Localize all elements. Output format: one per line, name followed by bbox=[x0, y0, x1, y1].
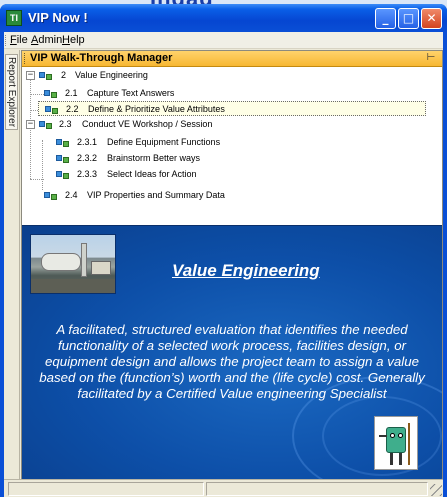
node-label: Brainstorm Better ways bbox=[107, 153, 201, 163]
node-label: Capture Text Answers bbox=[87, 88, 175, 98]
menu-grip-icon[interactable] bbox=[5, 35, 7, 46]
node-label: Conduct VE Workshop / Session bbox=[82, 119, 213, 129]
mascot-arm bbox=[379, 435, 387, 437]
tree-connector bbox=[42, 140, 43, 190]
window-title: VIP Now ! bbox=[28, 10, 88, 25]
main-window: TI VIP Now ! _ □ ✕ File Admin Help Repor… bbox=[0, 4, 447, 497]
tree-node-2-3-3[interactable]: 2.3.3 Select Ideas for Action bbox=[50, 167, 310, 182]
side-dock-strip: Report Explorer bbox=[4, 50, 20, 497]
node-number: 2 bbox=[61, 70, 67, 80]
collapse-icon[interactable]: − bbox=[26, 71, 35, 80]
pane-title: VIP Walk-Through Manager bbox=[30, 52, 173, 64]
node-label: Define & Prioritize Value Attributes bbox=[88, 104, 225, 114]
photo-tank bbox=[41, 253, 81, 271]
photo-ground bbox=[31, 279, 115, 293]
node-label: VIP Properties and Summary Data bbox=[87, 190, 225, 200]
app-icon[interactable]: TI bbox=[6, 10, 22, 26]
title-bar[interactable]: TI VIP Now ! _ □ ✕ bbox=[0, 4, 447, 32]
mascot-illustration bbox=[374, 416, 418, 470]
menu-help[interactable]: Help bbox=[62, 34, 85, 46]
menu-bar: File Admin Help bbox=[4, 32, 443, 49]
mascot-eye bbox=[390, 433, 395, 438]
report-explorer-tab[interactable]: Report Explorer bbox=[5, 54, 18, 130]
tree-node-2-4[interactable]: 2.4 VIP Properties and Summary Data bbox=[38, 188, 298, 203]
mascot-leg bbox=[390, 453, 393, 465]
node-label: Select Ideas for Action bbox=[107, 169, 197, 179]
node-icon bbox=[56, 155, 70, 163]
node-label: Value Engineering bbox=[75, 70, 148, 80]
resize-grip-icon[interactable] bbox=[430, 484, 442, 496]
node-icon bbox=[45, 106, 59, 114]
status-bar bbox=[4, 479, 443, 497]
node-icon bbox=[56, 139, 70, 147]
menu-admin[interactable]: Admin bbox=[31, 34, 62, 46]
facility-photo bbox=[30, 234, 116, 294]
node-label: Define Equipment Functions bbox=[107, 137, 221, 147]
walk-through-tree: − 2 Value Engineering 2.1 Capture Text A… bbox=[22, 68, 442, 224]
node-icon bbox=[56, 171, 70, 179]
tree-node-2-3[interactable]: − 2.3 Conduct VE Workshop / Session bbox=[24, 117, 284, 132]
node-number: 2.3.1 bbox=[77, 137, 98, 147]
close-icon: ✕ bbox=[426, 11, 437, 25]
tree-node-2-3-2[interactable]: 2.3.2 Brainstorm Better ways bbox=[50, 151, 310, 166]
menu-file[interactable]: File bbox=[10, 34, 28, 46]
photo-truck bbox=[91, 261, 111, 275]
mascot-body bbox=[386, 427, 406, 453]
status-panel-left bbox=[8, 482, 204, 496]
node-number: 2.3.3 bbox=[77, 169, 98, 179]
photo-pipe bbox=[81, 243, 87, 277]
app-root: Ingag TI VIP Now ! _ □ ✕ File Admin Help… bbox=[0, 0, 447, 497]
collapse-icon[interactable]: − bbox=[26, 120, 35, 129]
maximize-button[interactable]: □ bbox=[398, 8, 419, 29]
node-number: 2.4 bbox=[65, 190, 78, 200]
mascot-leg bbox=[399, 453, 402, 465]
node-icon bbox=[44, 192, 58, 200]
status-panel-right bbox=[206, 482, 428, 496]
topic-title: Value Engineering bbox=[172, 261, 320, 280]
close-button[interactable]: ✕ bbox=[421, 8, 442, 29]
tree-node-2-1[interactable]: 2.1 Capture Text Answers bbox=[38, 86, 238, 101]
node-number: 2.1 bbox=[65, 88, 78, 98]
tree-node-2[interactable]: − 2 Value Engineering bbox=[24, 68, 224, 83]
node-number: 2.3 bbox=[59, 119, 72, 129]
walk-through-manager-pane: VIP Walk-Through Manager ⊢ − 2 Value Eng… bbox=[21, 50, 443, 497]
node-number: 2.2 bbox=[66, 104, 79, 114]
pane-header[interactable]: VIP Walk-Through Manager ⊢ bbox=[22, 51, 442, 67]
minimize-button[interactable]: _ bbox=[375, 8, 396, 29]
window-client-area: File Admin Help Report Explorer VIP Walk… bbox=[4, 32, 443, 497]
pane-grip-icon bbox=[24, 53, 26, 64]
mascot-eye bbox=[398, 433, 403, 438]
topic-description: A facilitated, structured evaluation tha… bbox=[39, 322, 425, 401]
minimize-icon: _ bbox=[382, 11, 389, 25]
pin-icon[interactable]: ⊢ bbox=[425, 52, 437, 65]
tree-node-2-3-1[interactable]: 2.3.1 Define Equipment Functions bbox=[50, 135, 310, 150]
tree-node-2-2[interactable]: 2.2 Define & Prioritize Value Attributes bbox=[38, 101, 426, 116]
topic-content-panel: Value Engineering A facilitated, structu… bbox=[22, 225, 442, 487]
tree-connector bbox=[30, 179, 44, 180]
node-icon bbox=[39, 72, 53, 80]
node-number: 2.3.2 bbox=[77, 153, 98, 163]
node-icon bbox=[39, 121, 53, 129]
maximize-icon: □ bbox=[402, 11, 415, 25]
mascot-stick bbox=[408, 423, 410, 465]
node-icon bbox=[44, 90, 58, 98]
